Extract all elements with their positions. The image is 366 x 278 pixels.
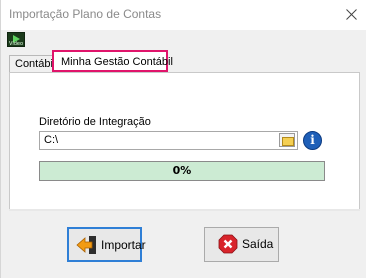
info-button[interactable]: i	[303, 131, 322, 150]
close-button[interactable]	[337, 0, 366, 30]
import-button-label: Importar	[101, 238, 146, 252]
window-title: Importação Plano de Contas	[9, 7, 162, 21]
progress-bar: 0%	[39, 161, 325, 181]
close-icon	[346, 9, 357, 20]
import-button[interactable]: Importar	[67, 227, 146, 262]
progress-text: 0%	[172, 164, 192, 177]
stop-icon	[218, 234, 238, 254]
directory-label: Diretório de Integração	[39, 116, 151, 128]
directory-value: C:\	[44, 134, 59, 146]
import-arrow-icon	[76, 236, 96, 254]
title-bar: Importação Plano de Contas	[1, 0, 366, 30]
video-button-label: Vídeo	[8, 41, 24, 47]
exit-button[interactable]: Saída	[204, 227, 279, 262]
info-icon: i	[310, 133, 315, 147]
directory-input[interactable]: C:\	[39, 131, 298, 150]
panel-divider	[9, 209, 360, 211]
video-button[interactable]: Vídeo	[7, 32, 25, 47]
browse-folder-button[interactable]	[279, 133, 295, 147]
tab-contabil-label: Contábil	[15, 58, 56, 70]
folder-icon	[282, 137, 294, 146]
tab-contabil[interactable]: Contábil	[9, 55, 55, 73]
tab-minha-gestao-label: Minha Gestão Contábil	[61, 56, 173, 68]
import-dialog: Importação Plano de Contas Vídeo Contábi…	[0, 0, 366, 278]
tab-minha-gestao-contabil[interactable]: Minha Gestão Contábil	[52, 50, 173, 72]
exit-button-label: Saída	[242, 237, 274, 251]
